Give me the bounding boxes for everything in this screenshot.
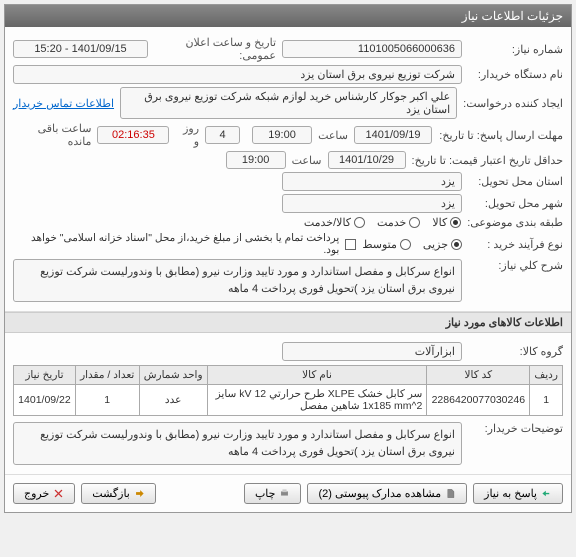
radio-icon <box>450 217 461 228</box>
details-panel: جزئیات اطلاعات نیاز شماره نیاز: 11010050… <box>4 4 572 513</box>
buyer-note-box: انواع سرکابل و مفصل استاندارد و مورد تای… <box>13 422 462 465</box>
exit-button[interactable]: خروج <box>13 483 75 504</box>
valid-label: حداقل تاریخ اعتبار قیمت: تا تاریخ: <box>412 154 563 167</box>
desc-label: شرح کلي نیاز: <box>468 259 563 272</box>
radio-icon <box>451 239 462 250</box>
attachments-button[interactable]: مشاهده مدارک پیوستی (2) <box>307 483 467 504</box>
td-date: 1401/09/22 <box>14 385 76 416</box>
td-code: 2286420077030246 <box>427 385 530 416</box>
reply-label: مهلت ارسال پاسخ: تا تاریخ: <box>438 129 563 142</box>
proc-opt-0[interactable]: جزیی <box>423 238 462 251</box>
loc-field: یزد <box>282 172 462 191</box>
proc-label: نوع فرآیند خرید : <box>468 238 563 251</box>
th-qty: تعداد / مقدار <box>75 366 139 385</box>
pack-opt-1[interactable]: خدمت <box>377 216 420 229</box>
items-header: اطلاعات کالاهای مورد نیاز <box>5 312 571 333</box>
items-section: گروه کالا: ابزارآلات ردیف کد کالا نام کا… <box>5 333 571 475</box>
remaining-label: ساعت باقی مانده <box>13 122 91 148</box>
radio-icon <box>409 217 420 228</box>
pack-opt-2[interactable]: کالا/خدمت <box>304 216 365 229</box>
radio-icon <box>400 239 411 250</box>
creator-label: ایجاد کننده درخواست: <box>463 97 563 110</box>
city-field: یزد <box>282 194 462 213</box>
group-field: ابزارآلات <box>282 342 462 361</box>
print-button[interactable]: چاپ <box>244 483 302 504</box>
td-name: سر کابل خشک XLPE طرح حرارتي 12 kV سایز 1… <box>207 385 427 416</box>
valid-date: 1401/10/29 <box>328 151 406 169</box>
reply-icon <box>541 488 552 499</box>
attachment-icon <box>445 488 456 499</box>
proc-opt-1[interactable]: متوسط <box>362 238 411 251</box>
treasury-checkbox[interactable] <box>345 239 356 250</box>
pub-label: تاریخ و ساعت اعلان عمومی: <box>154 36 276 62</box>
time-label-1: ساعت <box>318 129 348 142</box>
items-table: ردیف کد کالا نام کالا واحد شمارش تعداد /… <box>13 365 563 416</box>
th-name: نام کالا <box>207 366 427 385</box>
reply-date: 1401/09/19 <box>354 126 432 144</box>
th-idx: ردیف <box>530 366 563 385</box>
td-unit: عدد <box>139 385 207 416</box>
group-label: گروه کالا: <box>468 345 563 358</box>
table-row[interactable]: 1 2286420077030246 سر کابل خشک XLPE طرح … <box>14 385 563 416</box>
need-no-label: شماره نیاز: <box>468 43 563 56</box>
radio-icon <box>354 217 365 228</box>
loc-label: استان محل تحویل: <box>468 175 563 188</box>
pub-field: 1401/09/15 - 15:20 <box>13 40 148 58</box>
contact-link[interactable]: اطلاعات تماس خریدار <box>13 97 114 110</box>
creator-field: علي اکبر جوکار کارشناس خرید لوازم شبکه ش… <box>120 87 457 119</box>
city-label: شهر محل تحویل: <box>468 197 563 210</box>
pack-radio-group: کالا خدمت کالا/خدمت <box>304 216 461 229</box>
org-field: شرکت توزیع نیروی برق استان یزد <box>13 65 462 84</box>
panel-title: جزئیات اطلاعات نیاز <box>5 5 571 27</box>
buyer-note-label: توضیحات خریدار: <box>468 422 563 435</box>
table-header-row: ردیف کد کالا نام کالا واحد شمارش تعداد /… <box>14 366 563 385</box>
pack-label: طبقه بندی موضوعی: <box>467 216 563 229</box>
td-idx: 1 <box>530 385 563 416</box>
info-section: شماره نیاز: 1101005066000636 تاریخ و ساع… <box>5 27 571 312</box>
days-label: روز و <box>175 122 199 148</box>
th-unit: واحد شمارش <box>139 366 207 385</box>
time-label-2: ساعت <box>292 154 322 167</box>
desc-box: انواع سرکابل و مفصل استاندارد و مورد تای… <box>13 259 462 302</box>
print-icon <box>279 488 290 499</box>
th-date: تاریخ نیاز <box>14 366 76 385</box>
button-row: پاسخ به نیاز مشاهده مدارک پیوستی (2) چاپ… <box>5 475 571 512</box>
treasury-label: پرداخت تمام یا بخشی از مبلغ خرید،از محل … <box>13 232 339 256</box>
pack-opt-0[interactable]: کالا <box>432 216 461 229</box>
days-field: 4 <box>205 126 240 144</box>
td-qty: 1 <box>75 385 139 416</box>
back-button[interactable]: بازگشت <box>81 483 156 504</box>
exit-icon <box>53 488 64 499</box>
valid-time: 19:00 <box>226 151 286 169</box>
proc-radio-group: جزیی متوسط <box>362 238 462 251</box>
need-no-field: 1101005066000636 <box>282 40 462 58</box>
org-label: نام دستگاه خریدار: <box>468 68 563 81</box>
th-code: کد کالا <box>427 366 530 385</box>
reply-time: 19:00 <box>252 126 312 144</box>
back-icon <box>134 488 145 499</box>
countdown-field: 02:16:35 <box>97 126 169 144</box>
answer-button[interactable]: پاسخ به نیاز <box>473 483 563 504</box>
